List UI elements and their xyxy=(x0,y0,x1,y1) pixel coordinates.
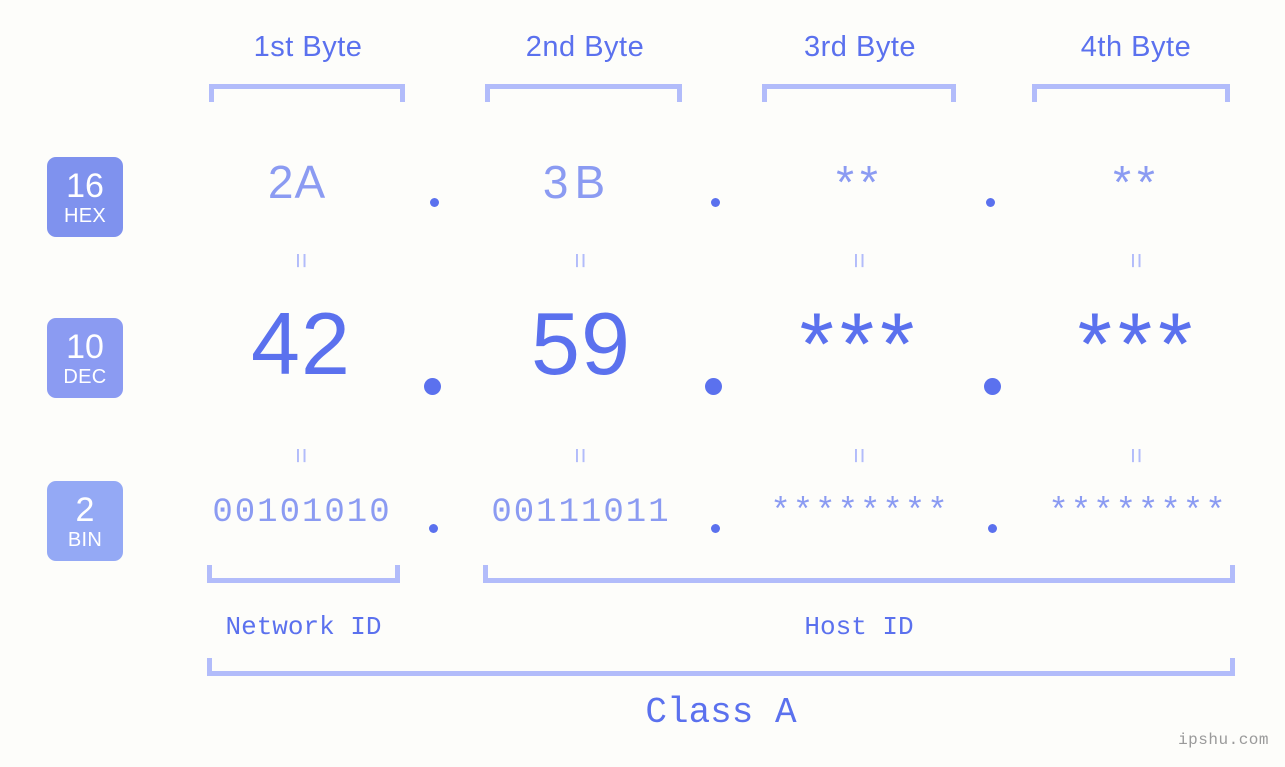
hex-dot-separator-2 xyxy=(711,198,720,207)
hex-dot-separator-1 xyxy=(430,198,439,207)
brace-host-id xyxy=(483,565,1235,583)
bin-value-byte-3: ******** xyxy=(770,494,950,532)
column-header-3: 3rd Byte xyxy=(804,31,916,63)
bin-dot-separator-3 xyxy=(988,524,997,533)
site-watermark: ipshu.com xyxy=(1178,731,1269,749)
base-badge-dec-number: 10 xyxy=(66,327,104,366)
bin-value-byte-2: 00111011 xyxy=(491,494,671,532)
brace-class xyxy=(207,658,1235,676)
bin-value-byte-1: 00101010 xyxy=(212,494,392,532)
brace-top-byte-1 xyxy=(209,84,405,102)
network-id-label: Network ID xyxy=(225,612,382,642)
hex-dot-separator-3 xyxy=(986,198,995,207)
dec-dot-separator-3 xyxy=(984,378,1001,395)
column-header-4: 4th Byte xyxy=(1080,31,1192,63)
class-label: Class A xyxy=(645,692,797,733)
base-badge-bin[interactable]: 2 BIN xyxy=(47,481,123,561)
base-badge-bin-number: 2 xyxy=(75,490,95,529)
base-badge-hex-name: HEX xyxy=(63,204,107,227)
column-header-1: 1st Byte xyxy=(253,31,363,63)
equals-mark-2-3: = xyxy=(844,447,875,464)
equals-mark-2-2: = xyxy=(565,447,596,464)
equals-mark-2-4: = xyxy=(1121,447,1152,464)
dec-dot-separator-1 xyxy=(424,378,441,395)
column-header-2: 2nd Byte xyxy=(525,31,645,63)
base-badge-hex-number: 16 xyxy=(66,166,104,205)
dec-dot-separator-2 xyxy=(705,378,722,395)
bin-dot-separator-1 xyxy=(429,524,438,533)
base-badge-hex[interactable]: 16 HEX xyxy=(47,157,123,237)
brace-network-id xyxy=(207,565,400,583)
brace-top-byte-3 xyxy=(762,84,956,102)
base-badge-bin-name: BIN xyxy=(67,528,103,551)
host-id-label: Host ID xyxy=(804,612,914,642)
base-badge-dec-name: DEC xyxy=(63,365,107,388)
base-badge-dec[interactable]: 10 DEC xyxy=(47,318,123,398)
bin-value-byte-4: ******** xyxy=(1048,494,1228,532)
brace-top-byte-4 xyxy=(1032,84,1230,102)
equals-mark-2-1: = xyxy=(286,447,317,464)
ip-address-breakdown-diagram: 1st Byte 2nd Byte 3rd Byte 4th Byte 16 H… xyxy=(0,0,1285,767)
brace-top-byte-2 xyxy=(485,84,682,102)
bin-dot-separator-2 xyxy=(711,524,720,533)
